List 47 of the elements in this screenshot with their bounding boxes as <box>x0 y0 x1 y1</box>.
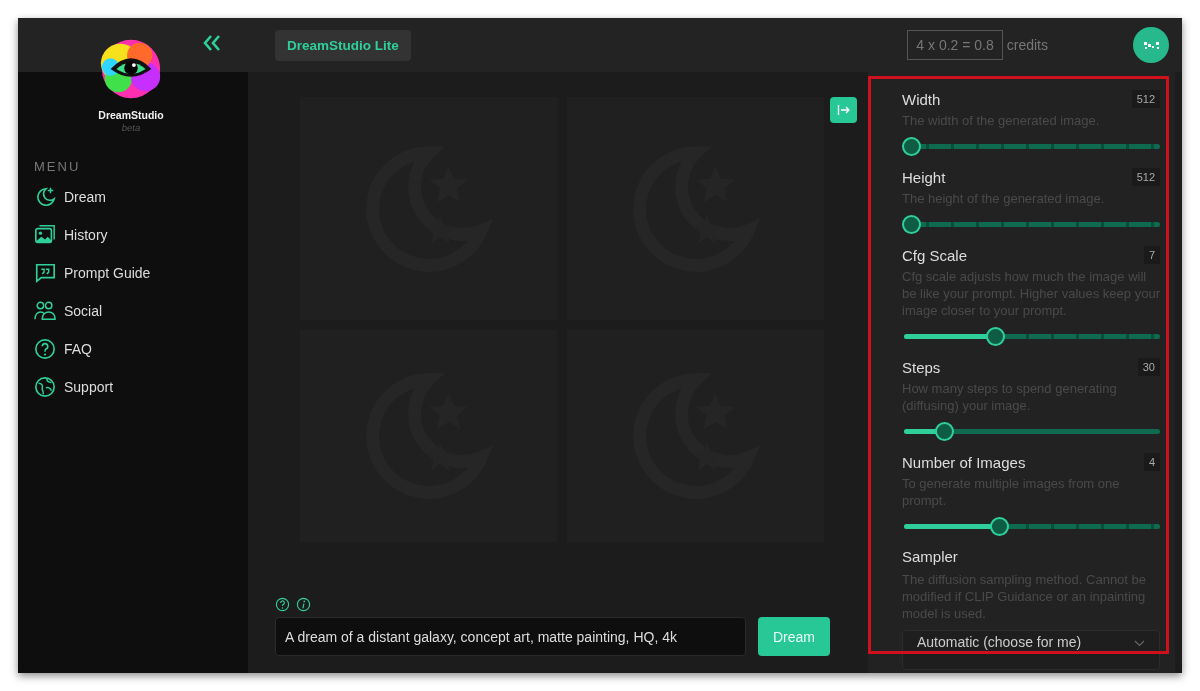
quote-bubble-icon <box>34 262 56 284</box>
slider[interactable] <box>902 137 1160 156</box>
credits-cost: 4 x 0.2 = 0.8 <box>907 30 1003 60</box>
help-icon <box>275 597 290 612</box>
setting-label: Sampler <box>902 548 959 565</box>
brand-tag: beta <box>121 122 141 133</box>
menu-item[interactable]: Support <box>34 376 114 398</box>
setting-label: Height <box>902 168 946 186</box>
slider[interactable] <box>902 215 1160 234</box>
setting-label: Width <box>902 90 941 108</box>
slider-thumb[interactable] <box>990 517 1010 536</box>
credits-label: credits <box>1006 37 1048 53</box>
menu-item[interactable]: FAQ <box>34 338 92 360</box>
globe-icon <box>34 376 56 398</box>
slider-thumb[interactable] <box>902 137 921 156</box>
chevron-down-icon <box>1134 640 1145 647</box>
arrow-to-bar-icon <box>836 104 851 116</box>
setting-value: 512 <box>1131 90 1160 108</box>
setting-label: Steps <box>902 358 941 376</box>
expand-panel-button[interactable] <box>830 97 857 123</box>
setting-value: 512 <box>1131 168 1160 186</box>
slider-thumb[interactable] <box>935 422 955 441</box>
menu-item[interactable]: Social <box>34 300 103 322</box>
help-icon <box>34 338 56 360</box>
moon-sparkle-icon <box>34 186 56 208</box>
setting-value: 7 <box>1143 246 1160 264</box>
info-icon <box>296 597 311 612</box>
setting-label: Cfg Scale <box>902 246 968 264</box>
menu-item[interactable]: Dream <box>34 186 106 208</box>
slider-thumb[interactable] <box>985 327 1005 346</box>
setting-value: 30 <box>1137 358 1160 376</box>
brand-name: DreamStudio <box>98 109 164 121</box>
menu-item[interactable]: Prompt Guide <box>34 262 151 284</box>
people-icon <box>34 300 56 322</box>
menu-item[interactable]: History <box>34 224 108 246</box>
slider-thumb[interactable] <box>902 215 921 234</box>
sampler-dropdown[interactable]: Automatic (choose for me) <box>902 630 1160 670</box>
setting-value: 4 <box>1143 453 1160 471</box>
slider[interactable] <box>902 422 1160 441</box>
setting-label: Number of Images <box>902 453 1026 471</box>
slider[interactable] <box>902 327 1160 346</box>
slider[interactable] <box>902 517 1160 536</box>
menu-heading: MENU <box>34 159 82 174</box>
avatar[interactable] <box>1133 27 1169 63</box>
pictures-icon <box>34 224 56 246</box>
app-title-button[interactable]: DreamStudio Lite <box>275 29 411 61</box>
prompt-field[interactable]: A dream of a distant galaxy, concept art, matte painting, HQ, 4k <box>275 617 746 656</box>
